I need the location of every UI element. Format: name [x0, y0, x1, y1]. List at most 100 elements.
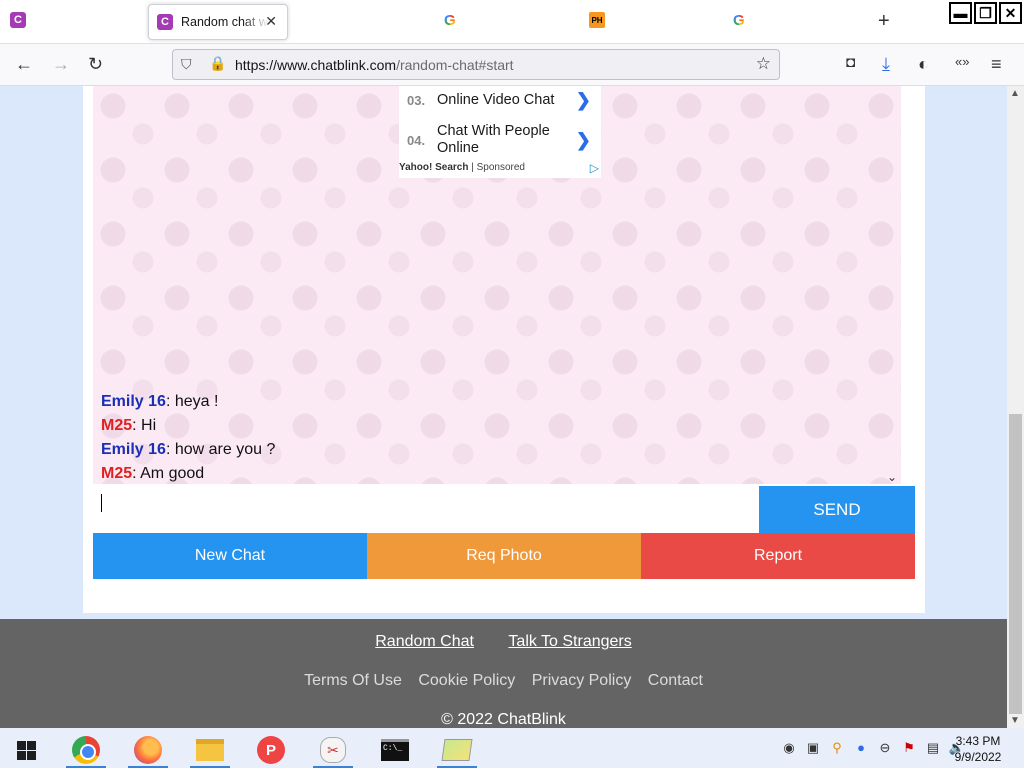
windows-taskbar: P ✂ C:\_ ◉ ▣ ⚲ ● ⊖ ⚑ ▤ 🔈 3:43 PM 9/9/202…: [0, 728, 1024, 768]
command-prompt-icon: C:\_: [381, 739, 409, 761]
message-list: Emily 16: heya ! M25: Hi Emily 16: how a…: [101, 390, 275, 486]
downloads-icon[interactable]: ⤓: [882, 54, 890, 75]
url-bar[interactable]: ⛉ 🔒 https://www.chatblink.com/random-cha…: [172, 49, 780, 80]
clock-time: 3:43 PM: [955, 734, 1001, 748]
pocket-icon[interactable]: ◘: [846, 54, 855, 71]
file-explorer-icon: [196, 739, 224, 761]
ad-item-text: Chat With People Online: [437, 123, 550, 156]
tray-app-icon[interactable]: ●: [852, 740, 870, 756]
chat-message: M25: Am good: [101, 462, 275, 486]
ad-item-text: Online Video Chat: [437, 91, 555, 108]
terms-link[interactable]: Terms Of Use: [304, 672, 402, 689]
ad-item-number: 04.: [407, 132, 426, 148]
new-tab-button[interactable]: +: [878, 10, 890, 33]
req-photo-button[interactable]: Req Photo: [367, 533, 641, 579]
sender-name: M25: [101, 465, 133, 482]
chat-log[interactable]: 03. Online Video Chat ❯ 04. Chat With Pe…: [93, 86, 901, 484]
url-text[interactable]: https://www.chatblink.com/random-chat#st…: [235, 57, 514, 73]
tab-title: Random chat with strangers: [181, 15, 269, 29]
chat-scroll-down-icon[interactable]: ⌄: [887, 470, 897, 484]
ad-item[interactable]: 04. Chat With People Online ❯: [399, 122, 599, 158]
scroll-up-arrow-icon[interactable]: ▲: [1010, 88, 1020, 99]
taskbar-pdf[interactable]: P: [249, 732, 293, 768]
system-clock[interactable]: 3:43 PM 9/9/2022: [948, 733, 1008, 765]
google-favicon-icon: G: [733, 12, 745, 29]
chevron-right-icon: ❯: [575, 129, 591, 150]
tab-active[interactable]: C Random chat with strangers ✕: [148, 4, 288, 40]
close-window-button[interactable]: ✕: [999, 2, 1022, 24]
message-text: : Hi: [132, 417, 157, 434]
tab-google-1[interactable]: G: [444, 12, 456, 30]
message-input[interactable]: [93, 486, 759, 533]
forward-arrow-icon[interactable]: →: [52, 54, 70, 75]
taskbar-chrome[interactable]: [64, 732, 108, 768]
compose-row: SEND: [93, 486, 915, 533]
chatblink-favicon-icon: C: [10, 12, 26, 28]
tray-minus-icon[interactable]: ⊖: [876, 740, 894, 756]
firefox-icon: [134, 736, 162, 764]
chrome-icon: [72, 736, 100, 764]
ad-provider[interactable]: Yahoo! Search: [399, 162, 468, 173]
system-tray: ◉ ▣ ⚲ ● ⊖ ⚑ ▤ 🔈: [780, 740, 966, 756]
report-button[interactable]: Report: [641, 533, 915, 579]
snipping-tool-icon: ✂: [320, 737, 346, 763]
network-icon[interactable]: ▤: [924, 740, 942, 756]
tab-strip: C C Random chat with strangers ✕ G PH G …: [0, 0, 1024, 44]
page-scrollbar[interactable]: ▲ ▼: [1007, 86, 1024, 728]
reload-icon[interactable]: ↻: [88, 54, 103, 75]
contact-link[interactable]: Contact: [648, 672, 703, 689]
ad-sponsored-label: Sponsored: [476, 162, 525, 173]
ad-item[interactable]: 03. Online Video Chat ❯: [399, 86, 599, 114]
tab-close-icon[interactable]: ✕: [265, 13, 277, 30]
taskbar-explorer[interactable]: [188, 732, 232, 768]
ad-footer: Yahoo! Search | Sponsored: [399, 162, 525, 173]
url-domain: https://www.chatblink.com: [235, 57, 397, 73]
minimize-button[interactable]: ▬: [949, 2, 972, 24]
clock-date: 9/9/2022: [954, 750, 1002, 764]
chat-message: Emily 16: heya !: [101, 390, 275, 414]
tab-chatblink-1[interactable]: C: [10, 12, 26, 28]
sender-name: M25: [101, 417, 133, 434]
chat-message: M25: Hi: [101, 414, 275, 438]
extension-icon[interactable]: «»: [955, 54, 969, 69]
site-footer: Random Chat Talk To Strangers Terms Of U…: [0, 619, 1007, 728]
start-button[interactable]: [4, 732, 48, 768]
window-controls: ▬ ❐ ✕: [949, 2, 1022, 24]
back-arrow-icon[interactable]: ←: [15, 54, 33, 75]
chat-card: 03. Online Video Chat ❯ 04. Chat With Pe…: [83, 86, 925, 613]
random-chat-link[interactable]: Random Chat: [375, 633, 474, 650]
tray-app-icon[interactable]: ◉: [780, 740, 798, 756]
shield-icon[interactable]: ⛉: [181, 56, 192, 73]
restore-button[interactable]: ❐: [974, 2, 997, 24]
taskbar-cmd[interactable]: C:\_: [373, 732, 417, 768]
tab-google-2[interactable]: G: [733, 12, 745, 30]
tray-app-icon[interactable]: ▣: [804, 740, 822, 756]
bookmark-star-icon[interactable]: ☆: [756, 54, 771, 74]
footer-policy-links: Terms Of Use Cookie Policy Privacy Polic…: [0, 672, 1007, 690]
tray-search-icon[interactable]: ⚲: [828, 740, 846, 756]
new-chat-button[interactable]: New Chat: [93, 533, 367, 579]
taskbar-firefox[interactable]: [126, 732, 170, 768]
ph-favicon-icon: PH: [589, 12, 605, 28]
url-path: /random-chat#start: [396, 57, 514, 73]
adchoices-icon[interactable]: ▷: [590, 161, 599, 175]
extension-flag-icon[interactable]: ◐: [918, 54, 929, 75]
page-viewport: 03. Online Video Chat ❯ 04. Chat With Pe…: [0, 86, 1007, 728]
action-buttons: New Chat Req Photo Report: [93, 533, 915, 579]
chevron-right-icon: ❯: [575, 89, 591, 110]
lock-icon[interactable]: 🔒: [209, 55, 226, 72]
cookie-policy-link[interactable]: Cookie Policy: [418, 672, 515, 689]
privacy-policy-link[interactable]: Privacy Policy: [532, 672, 632, 689]
tab-ph[interactable]: PH: [589, 12, 605, 28]
scrollbar-thumb[interactable]: [1009, 414, 1022, 714]
taskbar-notes[interactable]: [435, 732, 479, 768]
copyright-text: © 2022 ChatBlink: [441, 711, 566, 728]
send-button[interactable]: SEND: [759, 486, 915, 533]
windows-logo-icon: [16, 740, 36, 760]
scroll-down-arrow-icon[interactable]: ▼: [1010, 715, 1020, 726]
taskbar-snipping[interactable]: ✂: [311, 732, 355, 768]
menu-hamburger-icon[interactable]: ≡: [991, 54, 1002, 75]
chat-message: Emily 16: how are you ?: [101, 438, 275, 462]
talk-to-strangers-link[interactable]: Talk To Strangers: [508, 633, 631, 650]
tray-flag-icon[interactable]: ⚑: [900, 740, 918, 756]
